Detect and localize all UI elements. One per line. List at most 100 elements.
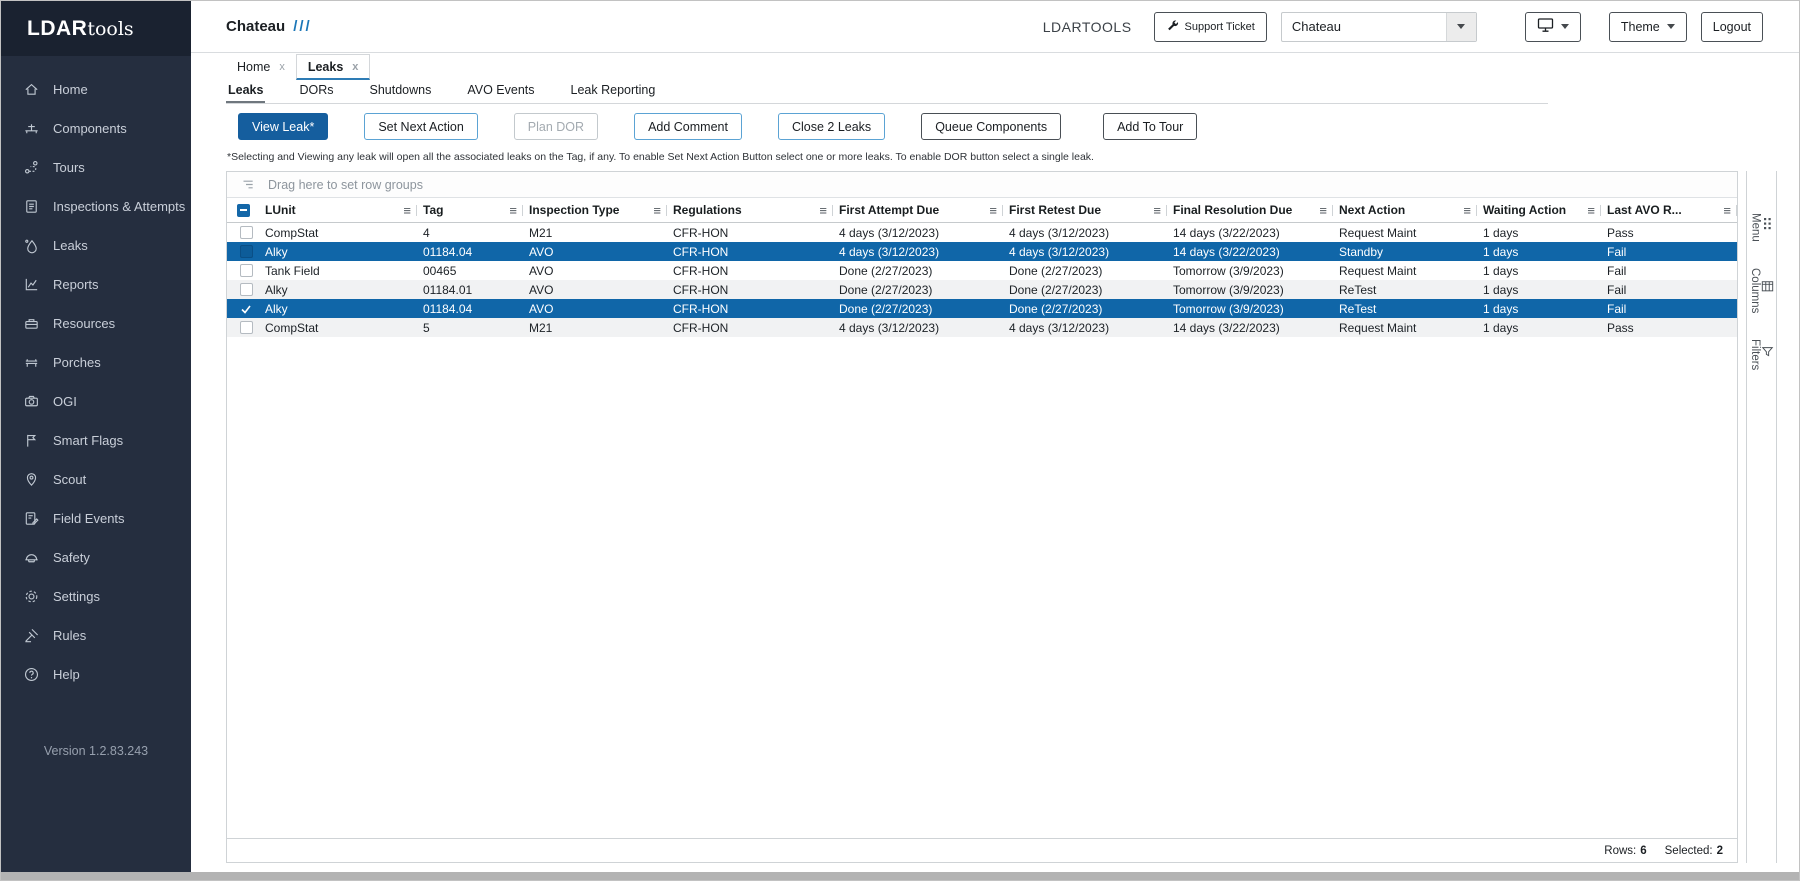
app-window: LDAR tools Home Components Tours Inspecti… (0, 0, 1800, 881)
sidebar-item-field-events[interactable]: Field Events (1, 499, 191, 538)
rows-count-value: 6 (1640, 844, 1647, 857)
column-menu-icon[interactable]: ≡ (1319, 203, 1327, 218)
table-row[interactable]: CompStat 5 M21 CFR-HON 4 days (3/12/2023) 4 d… (227, 318, 1737, 337)
select-all-checkbox[interactable] (236, 203, 250, 217)
gear-icon (22, 588, 40, 606)
column-header-first-attempt-due[interactable]: First Attempt Due ≡ (833, 198, 1003, 222)
close-leaks-button[interactable]: Close 2 Leaks (777, 113, 886, 140)
row-group-bar[interactable]: Drag here to set row groups (227, 172, 1737, 198)
column-header-waiting-action[interactable]: Waiting Action ≡ (1477, 198, 1601, 222)
close-tab-icon[interactable]: x (279, 61, 285, 73)
theme-button[interactable]: Theme (1608, 11, 1687, 42)
row-checkbox[interactable] (239, 283, 253, 296)
column-header-lunit[interactable]: LUnit ≡ (259, 198, 417, 222)
logo-text-bold: LDAR (27, 16, 88, 40)
sidebar-item-home[interactable]: Home (1, 70, 191, 109)
sidebar-item-leaks[interactable]: Leaks (1, 226, 191, 265)
support-ticket-button[interactable]: Support Ticket (1153, 11, 1267, 42)
column-header-final-resolution-due[interactable]: Final Resolution Due ≡ (1167, 198, 1333, 222)
plan-dor-button[interactable]: Plan DOR (513, 113, 599, 140)
panel-tab-menu[interactable]: Menu (1750, 213, 1774, 242)
column-resize-handle[interactable] (1736, 204, 1737, 216)
site-selector-arrow[interactable] (1445, 12, 1476, 41)
panel-tab-columns[interactable]: Columns (1749, 268, 1774, 313)
grid-tool-panel: Menu Columns Filters (1746, 171, 1777, 863)
column-menu-icon[interactable]: ≡ (1723, 203, 1731, 218)
column-header-next-action[interactable]: Next Action ≡ (1333, 198, 1477, 222)
tab-leaks[interactable]: Leaks x (295, 54, 371, 80)
close-tab-icon[interactable]: x (352, 61, 358, 73)
sidebar-item-components[interactable]: Components (1, 109, 191, 148)
row-checkbox[interactable] (239, 245, 253, 258)
column-menu-icon[interactable]: ≡ (819, 203, 827, 218)
sidebar-item-help[interactable]: Help (1, 655, 191, 694)
column-header-last-avo-result[interactable]: Last AVO R... ≡ (1601, 198, 1737, 222)
brand-text: LDARTOOLS (1042, 18, 1132, 35)
table-row[interactable]: Alky 01184.01 AVO CFR-HON Done (2/27/2023) Do… (227, 280, 1737, 299)
row-checkbox[interactable] (239, 226, 253, 239)
header-actions: LDARTOOLS Support Ticket Chateau Theme L… (1042, 11, 1799, 42)
queue-components-button[interactable]: Queue Components (921, 113, 1062, 140)
chevron-down-icon (1560, 24, 1569, 29)
table-row-selected[interactable]: Alky 01184.04 AVO CFR-HON 4 days (3/12/2023)… (227, 242, 1737, 261)
column-header-first-retest-due[interactable]: First Retest Due ≡ (1003, 198, 1167, 222)
subtab-leak-reporting[interactable]: Leak Reporting (569, 80, 658, 103)
display-menu-button[interactable] (1524, 11, 1581, 42)
subtab-shutdowns[interactable]: Shutdowns (367, 80, 433, 103)
clipboard-pen-icon (22, 510, 40, 528)
select-all-cell[interactable] (227, 198, 259, 222)
sub-tabs: Leaks DORs Shutdowns AVO Events Leak Rep… (226, 80, 1548, 104)
sidebar-item-smart-flags[interactable]: Smart Flags (1, 421, 191, 460)
view-leak-button[interactable]: View Leak* (238, 113, 329, 140)
subtab-leaks[interactable]: Leaks (226, 80, 266, 103)
row-checkbox-checked[interactable] (240, 302, 253, 315)
column-header-regulations[interactable]: Regulations ≡ (667, 198, 833, 222)
column-menu-icon[interactable]: ≡ (1587, 203, 1595, 218)
open-tabs-strip: Home x Leaks x (226, 53, 371, 80)
table-row-selected[interactable]: Alky 01184.04 AVO CFR-HON Done (2/27/2023) Do… (227, 299, 1737, 318)
column-menu-icon[interactable]: ≡ (509, 203, 517, 218)
sidebar-item-porches[interactable]: Porches (1, 343, 191, 382)
app-logo[interactable]: LDAR tools (1, 1, 191, 56)
column-menu-icon[interactable]: ≡ (403, 203, 411, 218)
subtab-avo-events[interactable]: AVO Events (465, 80, 536, 103)
column-menu-icon[interactable]: ≡ (989, 203, 997, 218)
column-menu-icon[interactable]: ≡ (1153, 203, 1161, 218)
set-next-action-button[interactable]: Set Next Action (364, 113, 478, 140)
column-header-inspection-type[interactable]: Inspection Type ≡ (523, 198, 667, 222)
columns-icon (1761, 280, 1774, 293)
site-selector[interactable]: Chateau (1280, 11, 1477, 42)
sidebar-item-label: Components (53, 121, 127, 136)
panel-tab-filters[interactable]: Filters (1749, 339, 1774, 370)
row-checkbox[interactable] (239, 321, 253, 334)
sidebar-item-inspections[interactable]: Inspections & Attempts (1, 187, 191, 226)
top-header: Chateau /// LDARTOOLS Support Ticket Chat… (191, 1, 1799, 53)
tab-home[interactable]: Home x (226, 54, 296, 80)
sidebar-item-label: Inspections & Attempts (53, 199, 186, 214)
row-checkbox[interactable] (239, 264, 253, 277)
sidebar-item-reports[interactable]: Reports (1, 265, 191, 304)
sidebar-item-scout[interactable]: Scout (1, 460, 191, 499)
sidebar-item-label: Rules (53, 628, 87, 643)
sidebar-item-label: Resources (53, 316, 116, 331)
column-menu-icon[interactable]: ≡ (1463, 203, 1471, 218)
sidebar-item-rules[interactable]: Rules (1, 616, 191, 655)
column-menu-icon[interactable]: ≡ (653, 203, 661, 218)
table-row[interactable]: Tank Field 00465 AVO CFR-HON Done (2/27/2023… (227, 261, 1737, 280)
table-row[interactable]: CompStat 4 M21 CFR-HON 4 days (3/12/2023) 4 d… (227, 223, 1737, 242)
sidebar-item-resources[interactable]: Resources (1, 304, 191, 343)
add-to-tour-button[interactable]: Add To Tour (1103, 113, 1198, 140)
column-header-tag[interactable]: Tag ≡ (417, 198, 523, 222)
logout-button[interactable]: Logout (1700, 11, 1763, 42)
panel-tab-label: Menu (1749, 213, 1762, 242)
sidebar-item-settings[interactable]: Settings (1, 577, 191, 616)
sidebar-item-tours[interactable]: Tours (1, 148, 191, 187)
chevron-down-icon (1666, 24, 1675, 29)
add-comment-button[interactable]: Add Comment (634, 113, 742, 140)
subtab-dors[interactable]: DORs (297, 80, 335, 103)
sidebar-item-ogi[interactable]: OGI (1, 382, 191, 421)
tab-label: Leaks (307, 59, 344, 74)
sidebar-item-safety[interactable]: Safety (1, 538, 191, 577)
helmet-icon (22, 549, 40, 567)
row-group-hint: Drag here to set row groups (268, 177, 423, 192)
